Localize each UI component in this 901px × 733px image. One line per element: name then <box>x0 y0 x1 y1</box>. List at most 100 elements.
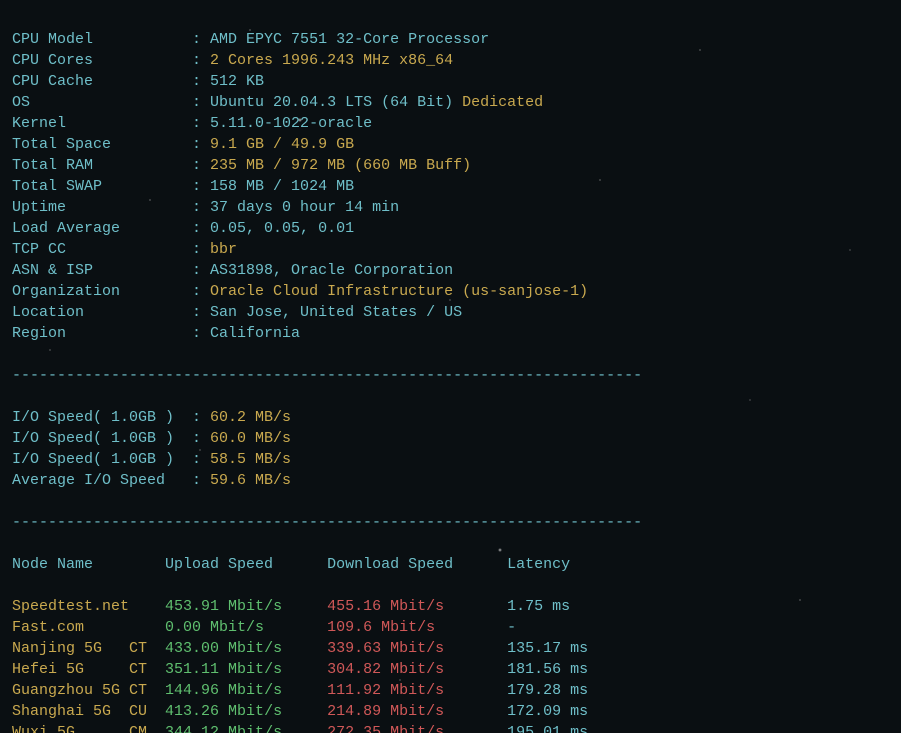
separator: : <box>192 94 210 111</box>
terminal-output: CPU Model : AMD EPYC 7551 32-Core Proces… <box>0 0 901 733</box>
sysinfo-row: ASN & ISP : AS31898, Oracle Corporation <box>12 260 889 281</box>
divider: ----------------------------------------… <box>12 365 889 386</box>
io-label: I/O Speed( 1.0GB ) <box>12 409 192 426</box>
node-name: Speedtest.net <box>12 598 129 615</box>
upload-speed: 144.96 Mbit/s <box>165 682 327 699</box>
col-header-latency: Latency <box>507 556 570 573</box>
node-isp: CT <box>129 640 165 657</box>
sysinfo-extra: Dedicated <box>453 94 543 111</box>
separator: : <box>192 73 210 90</box>
sysinfo-label: Total Space <box>12 136 192 153</box>
separator: : <box>192 136 210 153</box>
sysinfo-value: 0.05, 0.05, 0.01 <box>210 220 354 237</box>
separator: : <box>192 115 210 132</box>
sysinfo-row: CPU Model : AMD EPYC 7551 32-Core Proces… <box>12 29 889 50</box>
speedtest-header: Node Name Upload Speed Download Speed La… <box>12 554 889 575</box>
speedtest-row: Speedtest.net 453.91 Mbit/s 455.16 Mbit/… <box>12 596 889 617</box>
download-speed: 109.6 Mbit/s <box>327 619 507 636</box>
col-header-download: Download Speed <box>327 556 507 573</box>
sysinfo-label: CPU Model <box>12 31 192 48</box>
sysinfo-row: Uptime : 37 days 0 hour 14 min <box>12 197 889 218</box>
separator: : <box>192 451 210 468</box>
io-label: Average I/O Speed <box>12 472 192 489</box>
node-name: Fast.com <box>12 619 129 636</box>
sysinfo-label: CPU Cache <box>12 73 192 90</box>
io-label: I/O Speed( 1.0GB ) <box>12 430 192 447</box>
io-value: 58.5 MB/s <box>210 451 291 468</box>
speedtest-row: Nanjing 5G CT 433.00 Mbit/s 339.63 Mbit/… <box>12 638 889 659</box>
sysinfo-row: Organization : Oracle Cloud Infrastructu… <box>12 281 889 302</box>
system-info-block: CPU Model : AMD EPYC 7551 32-Core Proces… <box>12 29 889 344</box>
latency-value: 181.56 ms <box>507 661 588 678</box>
node-name: Wuxi 5G <box>12 724 129 733</box>
download-speed: 339.63 Mbit/s <box>327 640 507 657</box>
sysinfo-row: Location : San Jose, United States / US <box>12 302 889 323</box>
sysinfo-label: OS <box>12 94 192 111</box>
separator: : <box>192 220 210 237</box>
download-speed: 214.89 Mbit/s <box>327 703 507 720</box>
sysinfo-value: California <box>210 325 300 342</box>
io-row: I/O Speed( 1.0GB ) : 58.5 MB/s <box>12 449 889 470</box>
sysinfo-row: TCP CC : bbr <box>12 239 889 260</box>
divider: ----------------------------------------… <box>12 512 889 533</box>
sysinfo-label: Uptime <box>12 199 192 216</box>
upload-speed: 344.12 Mbit/s <box>165 724 327 733</box>
latency-value: 1.75 ms <box>507 598 570 615</box>
speedtest-row: Fast.com 0.00 Mbit/s 109.6 Mbit/s - <box>12 617 889 638</box>
separator: : <box>192 157 210 174</box>
node-isp: CT <box>129 682 165 699</box>
latency-value: - <box>507 619 516 636</box>
sysinfo-row: CPU Cache : 512 KB <box>12 71 889 92</box>
separator: : <box>192 262 210 279</box>
node-isp <box>129 598 165 615</box>
io-row: I/O Speed( 1.0GB ) : 60.0 MB/s <box>12 428 889 449</box>
sysinfo-label: ASN & ISP <box>12 262 192 279</box>
sysinfo-value: 2 Cores 1996.243 MHz x86_64 <box>210 52 453 69</box>
sysinfo-label: Location <box>12 304 192 321</box>
sysinfo-value: 5.11.0-1022-oracle <box>210 115 372 132</box>
sysinfo-row: Total SWAP : 158 MB / 1024 MB <box>12 176 889 197</box>
sysinfo-label: Load Average <box>12 220 192 237</box>
separator: : <box>192 283 210 300</box>
node-name: Shanghai 5G <box>12 703 129 720</box>
upload-speed: 413.26 Mbit/s <box>165 703 327 720</box>
col-header-node: Node Name <box>12 556 165 573</box>
sysinfo-value: 37 days 0 hour 14 min <box>210 199 399 216</box>
io-speed-block: I/O Speed( 1.0GB ) : 60.2 MB/s I/O Speed(… <box>12 407 889 491</box>
sysinfo-row: CPU Cores : 2 Cores 1996.243 MHz x86_64 <box>12 50 889 71</box>
separator: : <box>192 409 210 426</box>
sysinfo-row: Kernel : 5.11.0-1022-oracle <box>12 113 889 134</box>
sysinfo-label: Kernel <box>12 115 192 132</box>
download-speed: 272.35 Mbit/s <box>327 724 507 733</box>
node-isp: CT <box>129 661 165 678</box>
sysinfo-value: 9.1 GB / 49.9 GB <box>210 136 354 153</box>
speedtest-row: Hefei 5G CT 351.11 Mbit/s 304.82 Mbit/s … <box>12 659 889 680</box>
io-value: 60.0 MB/s <box>210 430 291 447</box>
node-isp: CU <box>129 703 165 720</box>
sysinfo-row: Total Space : 9.1 GB / 49.9 GB <box>12 134 889 155</box>
upload-speed: 351.11 Mbit/s <box>165 661 327 678</box>
node-name: Guangzhou 5G <box>12 682 129 699</box>
sysinfo-value: Oracle Cloud Infrastructure (us-sanjose-… <box>210 283 588 300</box>
sysinfo-value: bbr <box>210 241 237 258</box>
upload-speed: 453.91 Mbit/s <box>165 598 327 615</box>
sysinfo-value: AMD EPYC 7551 32-Core Processor <box>210 31 489 48</box>
sysinfo-value: Ubuntu 20.04.3 LTS (64 Bit) <box>210 94 453 111</box>
latency-value: 195.01 ms <box>507 724 588 733</box>
download-speed: 111.92 Mbit/s <box>327 682 507 699</box>
latency-value: 179.28 ms <box>507 682 588 699</box>
separator: : <box>192 31 210 48</box>
speedtest-row: Wuxi 5G CM 344.12 Mbit/s 272.35 Mbit/s 1… <box>12 722 889 733</box>
sysinfo-label: Total SWAP <box>12 178 192 195</box>
io-value: 60.2 MB/s <box>210 409 291 426</box>
speedtest-row: Shanghai 5G CU 413.26 Mbit/s 214.89 Mbit… <box>12 701 889 722</box>
io-row: Average I/O Speed : 59.6 MB/s <box>12 470 889 491</box>
node-name: Nanjing 5G <box>12 640 129 657</box>
separator: : <box>192 241 210 258</box>
sysinfo-label: CPU Cores <box>12 52 192 69</box>
io-label: I/O Speed( 1.0GB ) <box>12 451 192 468</box>
col-header-upload: Upload Speed <box>165 556 327 573</box>
separator: : <box>192 178 210 195</box>
separator: : <box>192 52 210 69</box>
io-value: 59.6 MB/s <box>210 472 291 489</box>
